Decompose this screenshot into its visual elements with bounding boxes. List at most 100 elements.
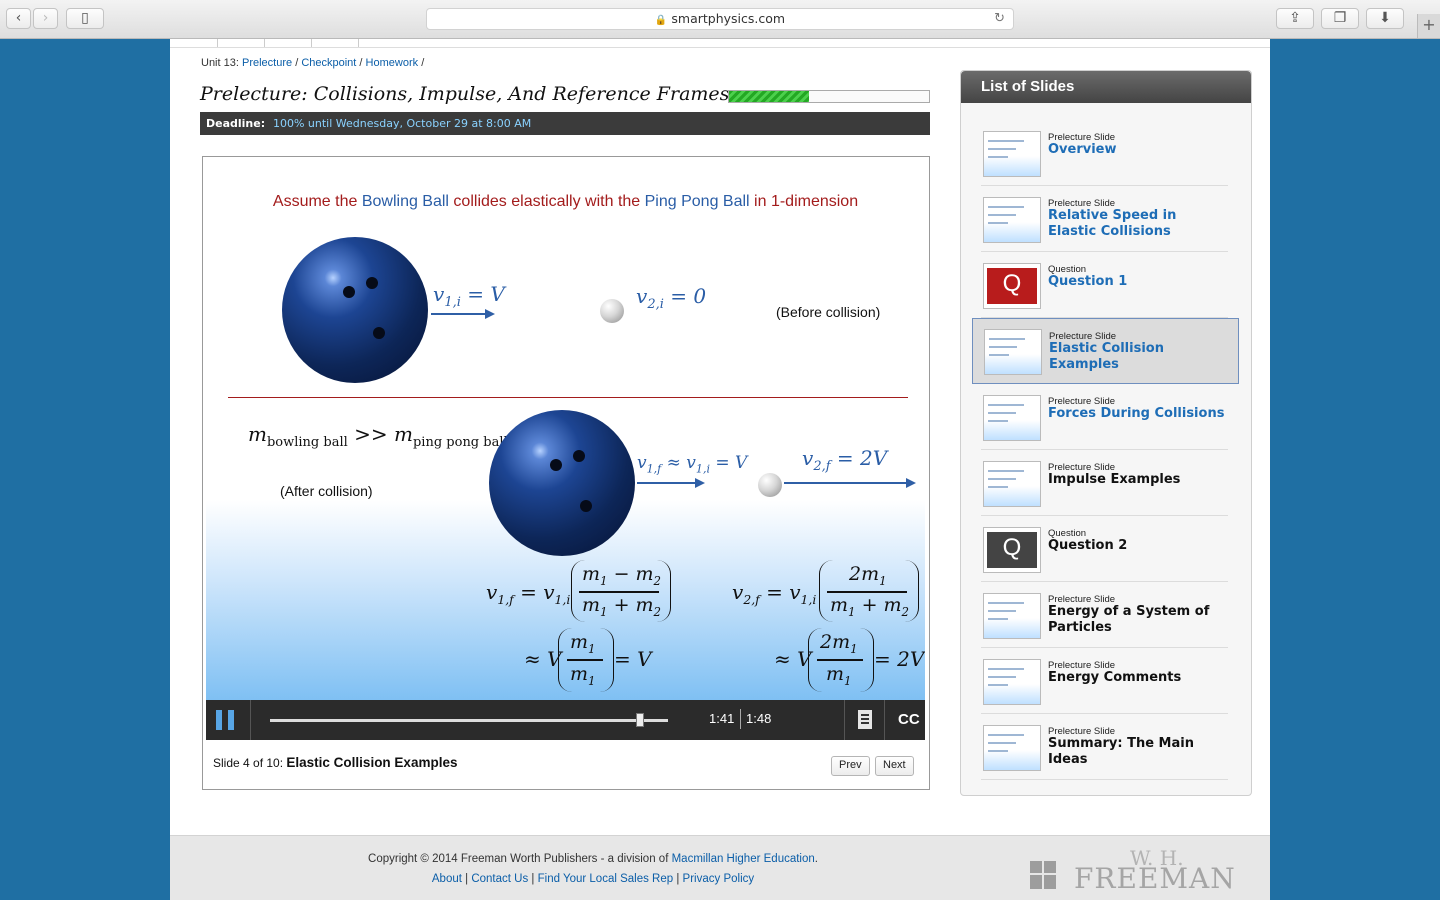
share-icon[interactable]: ⇪ — [1276, 8, 1314, 29]
pause-button[interactable] — [216, 710, 236, 730]
pause-icon — [216, 710, 222, 730]
ping-pong-ball-image — [600, 299, 624, 323]
transcript-icon[interactable] — [858, 710, 872, 729]
url-text: smartphysics.com — [671, 11, 786, 26]
slide-list-item[interactable]: Prelecture Slide Summary: The Main Ideas — [981, 714, 1228, 780]
slide-list-item[interactable]: Q Question Question 1 — [981, 252, 1228, 318]
thumbnail-line — [988, 478, 1016, 480]
logo-squares — [1030, 861, 1070, 891]
slide-canvas[interactable]: Assume the Bowling Ball collides elastic… — [206, 160, 925, 700]
address-bar[interactable]: 🔒 smartphysics.com ↻ — [426, 8, 1014, 30]
slide-list-item[interactable]: Prelecture Slide Forces During Collisions — [981, 384, 1228, 450]
thumbnail-line — [988, 618, 1008, 620]
eq-v1-initial-value: = V — [467, 282, 505, 306]
sales-rep-link[interactable]: Find Your Local Sales Rep — [538, 873, 674, 885]
privacy-link[interactable]: Privacy Policy — [683, 873, 755, 885]
slide-thumbnail — [983, 593, 1041, 639]
copyright-text: Copyright © 2014 Freeman Worth Publisher… — [368, 853, 669, 865]
copyright: Copyright © 2014 Freeman Worth Publisher… — [170, 853, 1016, 865]
contact-link[interactable]: Contact Us — [471, 873, 528, 885]
slide-list-panel: List of Slides Prelecture Slide Overview P… — [960, 70, 1252, 796]
slide-name: Elastic Collision Examples — [1049, 341, 1164, 372]
closed-captions-button[interactable]: CC — [898, 711, 920, 728]
slide-list-title: List of Slides — [961, 71, 1251, 103]
velocity-arrow — [431, 309, 495, 319]
breadcrumb-homework[interactable]: Homework — [366, 57, 419, 69]
wh-freeman-logo: W. H. FREEMAN — [1030, 846, 1235, 895]
slide-list-item[interactable]: Prelecture Slide Impulse Examples — [981, 450, 1228, 516]
slide-headline: Assume the Bowling Ball collides elastic… — [206, 193, 925, 211]
slide-caption-title: Elastic Collision Examples — [286, 755, 458, 770]
current-time: 1:41 — [709, 711, 735, 726]
deadline-bar: Deadline: 100% until Wednesday, October … — [200, 112, 930, 135]
lecture-progress-bar — [728, 90, 930, 103]
slide-thumbnail: Q — [983, 263, 1041, 309]
reload-icon[interactable]: ↻ — [994, 9, 1005, 29]
forward-icon[interactable]: › — [33, 8, 58, 29]
after-collision-label: (After collision) — [280, 483, 373, 499]
breadcrumb-prelecture[interactable]: Prelecture — [242, 57, 292, 69]
mass-relation-symbol: >> — [354, 422, 388, 446]
headline-ping-pong-ball: Ping Pong Ball — [644, 193, 750, 210]
slide-name: Overview — [1048, 142, 1117, 157]
thumbnail-line — [988, 404, 1024, 406]
cc-label: CC — [898, 711, 920, 728]
breadcrumb-prefix: Unit 13: — [201, 57, 239, 69]
slide-list-item[interactable]: Prelecture Slide Energy Comments — [981, 648, 1228, 714]
headline-bowling-ball: Bowling Ball — [361, 193, 449, 210]
thumbnail-line — [988, 750, 1008, 752]
mass-pingpong-label: ping pong ball — [412, 435, 508, 450]
breadcrumb-separator: / — [295, 57, 299, 69]
divider — [740, 709, 741, 729]
macmillan-link[interactable]: Macmillan Higher Education — [672, 853, 815, 865]
thumbnail-line — [988, 420, 1008, 422]
headline-text: Assume the — [272, 193, 362, 210]
slide-name: Relative Speed in Elastic Collisions — [1048, 208, 1177, 239]
question-icon-letter: Q — [1002, 270, 1022, 297]
about-link[interactable]: About — [432, 873, 462, 885]
slide-divider — [228, 397, 908, 398]
thumbnail-line — [988, 668, 1024, 670]
slide-thumbnail — [983, 659, 1041, 705]
sidebar-toggle-icon[interactable]: ▯ — [66, 8, 104, 29]
slide-name: Energy of a System of Particles — [1048, 604, 1210, 635]
before-collision-label: (Before collision) — [776, 304, 881, 320]
downloads-icon[interactable]: ⬇ — [1366, 8, 1404, 29]
back-icon[interactable]: ‹ — [6, 8, 31, 29]
seek-bar[interactable] — [270, 713, 668, 727]
thumbnail-line — [988, 742, 1016, 744]
breadcrumb-separator: / — [421, 57, 425, 69]
total-time: 1:48 — [746, 711, 772, 726]
thumbnail-line — [988, 140, 1024, 142]
slide-thumbnail — [983, 461, 1041, 507]
copyright-end: . — [814, 853, 818, 865]
eq-v2-final: v2,f = 2V — [802, 446, 888, 474]
thumbnail-line — [988, 206, 1024, 208]
slide-list-item[interactable]: Q Question Question 2 — [981, 516, 1228, 582]
top-nav-strip — [170, 39, 1270, 48]
slide-list-item[interactable]: Prelecture Slide Elastic Collision Exampl… — [972, 318, 1239, 384]
eq-v1-final-value: = V — [715, 453, 748, 473]
pause-icon — [228, 710, 234, 730]
breadcrumb-separator: / — [359, 57, 363, 69]
mass-relation: mbowling ball >> mping pong ball — [248, 422, 508, 450]
slide-thumbnail — [983, 197, 1041, 243]
tabs-icon[interactable]: ❐ — [1321, 8, 1359, 29]
thumbnail-line — [988, 214, 1016, 216]
thumbnail-line — [988, 734, 1024, 736]
breadcrumb-checkpoint[interactable]: Checkpoint — [301, 57, 356, 69]
new-tab-icon[interactable]: + — [1417, 14, 1440, 38]
slide-thumbnail: Q — [983, 527, 1041, 573]
seek-handle[interactable] — [636, 713, 645, 727]
ball-hole — [373, 327, 385, 339]
slide-list-item[interactable]: Prelecture Slide Energy of a System of Pa… — [981, 582, 1228, 648]
next-button[interactable]: Next — [875, 756, 914, 776]
thumbnail-line — [989, 346, 1017, 348]
slide-list-item[interactable]: Prelecture Slide Overview — [981, 120, 1228, 186]
slide-name: Question 1 — [1048, 274, 1128, 289]
slide-list-item[interactable]: Prelecture Slide Relative Speed in Elasti… — [981, 186, 1228, 252]
deadline-value: 100% until Wednesday, October 29 at 8:00… — [272, 117, 532, 130]
thumbnail-line — [988, 222, 1008, 224]
prev-button[interactable]: Prev — [831, 756, 870, 776]
slide-name: Impulse Examples — [1048, 472, 1181, 487]
